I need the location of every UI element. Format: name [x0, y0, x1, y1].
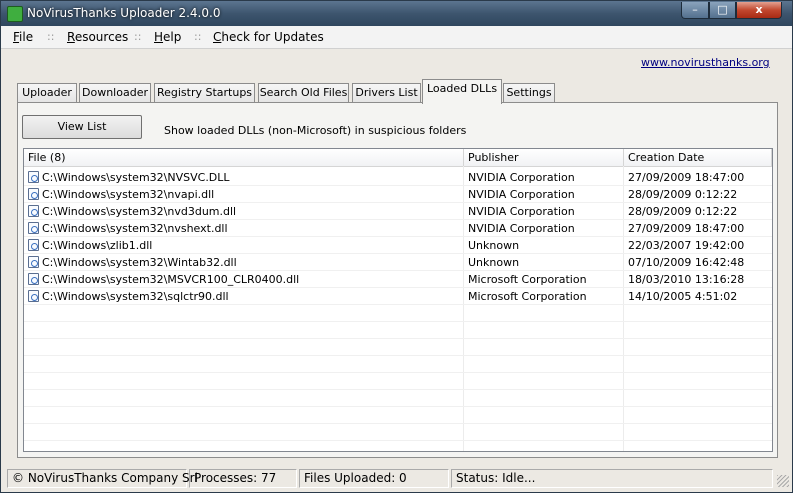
status-state: Status: Idle... — [451, 469, 773, 488]
publisher: Microsoft Corporation — [468, 273, 587, 286]
table-row[interactable]: C:\Windows\zlib1.dll Unknown 22/03/2007 … — [24, 237, 772, 254]
menu-resources[interactable]: Resources — [67, 30, 128, 44]
dll-file-icon — [28, 256, 39, 268]
list-header: File (8) Publisher Creation Date — [24, 149, 772, 167]
row-divider — [24, 304, 772, 305]
title-bar[interactable]: NoVirusThanks Uploader 2.4.0.0 – □ x — [1, 1, 792, 26]
column-creation-date[interactable]: Creation Date — [624, 149, 772, 166]
table-row[interactable]: C:\Windows\system32\NVSVC.DLL NVIDIA Cor… — [24, 169, 772, 186]
creation-date: 18/03/2010 13:16:28 — [628, 273, 745, 286]
menu-separator: :: — [194, 30, 202, 43]
file-path: C:\Windows\system32\nvshext.dll — [42, 222, 228, 235]
menu-separator: :: — [47, 30, 55, 43]
dll-file-icon — [28, 290, 39, 302]
dll-file-icon — [28, 239, 39, 251]
tab-uploader[interactable]: Uploader — [17, 83, 77, 103]
file-path: C:\Windows\zlib1.dll — [42, 239, 153, 252]
file-path: C:\Windows\system32\sqlctr90.dll — [42, 290, 229, 303]
dll-list[interactable]: File (8) Publisher Creation Date C:\Wind… — [23, 148, 773, 452]
row-divider — [24, 423, 772, 424]
column-publisher[interactable]: Publisher — [464, 149, 624, 166]
publisher: Unknown — [468, 256, 520, 269]
publisher: Unknown — [468, 239, 520, 252]
file-path: C:\Windows\system32\MSVCR100_CLR0400.dll — [42, 273, 300, 286]
maximize-button[interactable]: □ — [709, 2, 736, 19]
row-divider — [24, 389, 772, 390]
status-files-uploaded: Files Uploaded: 0 — [299, 469, 449, 488]
row-divider — [24, 270, 772, 271]
row-divider — [24, 219, 772, 220]
publisher: NVIDIA Corporation — [468, 188, 575, 201]
app-window: NoVirusThanks Uploader 2.4.0.0 – □ x Fil… — [0, 0, 793, 493]
tab-settings[interactable]: Settings — [503, 83, 555, 103]
table-row[interactable]: C:\Windows\system32\sqlctr90.dll Microso… — [24, 288, 772, 305]
table-row[interactable]: C:\Windows\system32\nvshext.dll NVIDIA C… — [24, 220, 772, 237]
row-divider — [24, 253, 772, 254]
menu-file[interactable]: File — [13, 30, 33, 44]
row-divider — [24, 321, 772, 322]
tab-search-old-files[interactable]: Search Old Files — [258, 83, 349, 103]
dll-file-icon — [28, 188, 39, 200]
dll-file-icon — [28, 205, 39, 217]
dll-file-icon — [28, 273, 39, 285]
view-list-button[interactable]: View List — [22, 115, 142, 139]
menu-check-for-updates[interactable]: Check for Updates — [213, 30, 324, 44]
panel-description: Show loaded DLLs (non-Microsoft) in susp… — [164, 124, 467, 137]
row-divider — [24, 185, 772, 186]
menu-separator: :: — [134, 30, 142, 43]
menu-bar: File :: Resources :: Help :: Check for U… — [1, 26, 792, 49]
status-processes: Processes: 77 — [189, 469, 297, 488]
file-path: C:\Windows\system32\nvapi.dll — [42, 188, 215, 201]
row-divider — [24, 372, 772, 373]
website-link[interactable]: www.novirusthanks.org — [641, 56, 770, 69]
resize-grip-icon[interactable] — [777, 475, 789, 487]
dll-file-icon — [28, 222, 39, 234]
row-divider — [24, 202, 772, 203]
creation-date: 27/09/2009 18:47:00 — [628, 171, 745, 184]
creation-date: 07/10/2009 16:42:48 — [628, 256, 745, 269]
row-divider — [24, 406, 772, 407]
minimize-button[interactable]: – — [681, 2, 709, 19]
file-path: C:\Windows\system32\Wintab32.dll — [42, 256, 237, 269]
column-file[interactable]: File (8) — [24, 149, 464, 166]
creation-date: 22/03/2007 19:42:00 — [628, 239, 745, 252]
publisher: NVIDIA Corporation — [468, 171, 575, 184]
publisher: NVIDIA Corporation — [468, 222, 575, 235]
publisher: NVIDIA Corporation — [468, 205, 575, 218]
table-row[interactable]: C:\Windows\system32\Wintab32.dll Unknown… — [24, 254, 772, 271]
tab-registry-startups[interactable]: Registry Startups — [154, 83, 255, 103]
row-divider — [24, 355, 772, 356]
table-row[interactable]: C:\Windows\system32\nvapi.dll NVIDIA Cor… — [24, 186, 772, 203]
status-company: © NoVirusThanks Company Srl — [7, 469, 198, 488]
menu-help[interactable]: Help — [154, 30, 181, 44]
loaded-dlls-panel: View List Show loaded DLLs (non-Microsof… — [17, 102, 778, 458]
creation-date: 27/09/2009 18:47:00 — [628, 222, 745, 235]
file-path: C:\Windows\system32\NVSVC.DLL — [42, 171, 230, 184]
status-bar: © NoVirusThanks Company Srl Processes: 7… — [1, 467, 792, 492]
close-button[interactable]: x — [736, 2, 782, 19]
row-divider — [24, 440, 772, 441]
file-path: C:\Windows\system32\nvd3dum.dll — [42, 205, 237, 218]
tab-drivers-list[interactable]: Drivers List — [352, 83, 421, 103]
app-icon — [7, 6, 23, 22]
row-divider — [24, 287, 772, 288]
tab-loaded-dlls[interactable]: Loaded DLLs — [422, 79, 502, 104]
row-divider — [24, 338, 772, 339]
table-row[interactable]: C:\Windows\system32\nvd3dum.dll NVIDIA C… — [24, 203, 772, 220]
row-divider — [24, 236, 772, 237]
publisher: Microsoft Corporation — [468, 290, 587, 303]
window-title: NoVirusThanks Uploader 2.4.0.0 — [27, 6, 221, 20]
dll-file-icon — [28, 171, 39, 183]
creation-date: 28/09/2009 0:12:22 — [628, 205, 738, 218]
creation-date: 28/09/2009 0:12:22 — [628, 188, 738, 201]
creation-date: 14/10/2005 4:51:02 — [628, 290, 738, 303]
table-row[interactable]: C:\Windows\system32\MSVCR100_CLR0400.dll… — [24, 271, 772, 288]
tab-downloader[interactable]: Downloader — [79, 83, 151, 103]
